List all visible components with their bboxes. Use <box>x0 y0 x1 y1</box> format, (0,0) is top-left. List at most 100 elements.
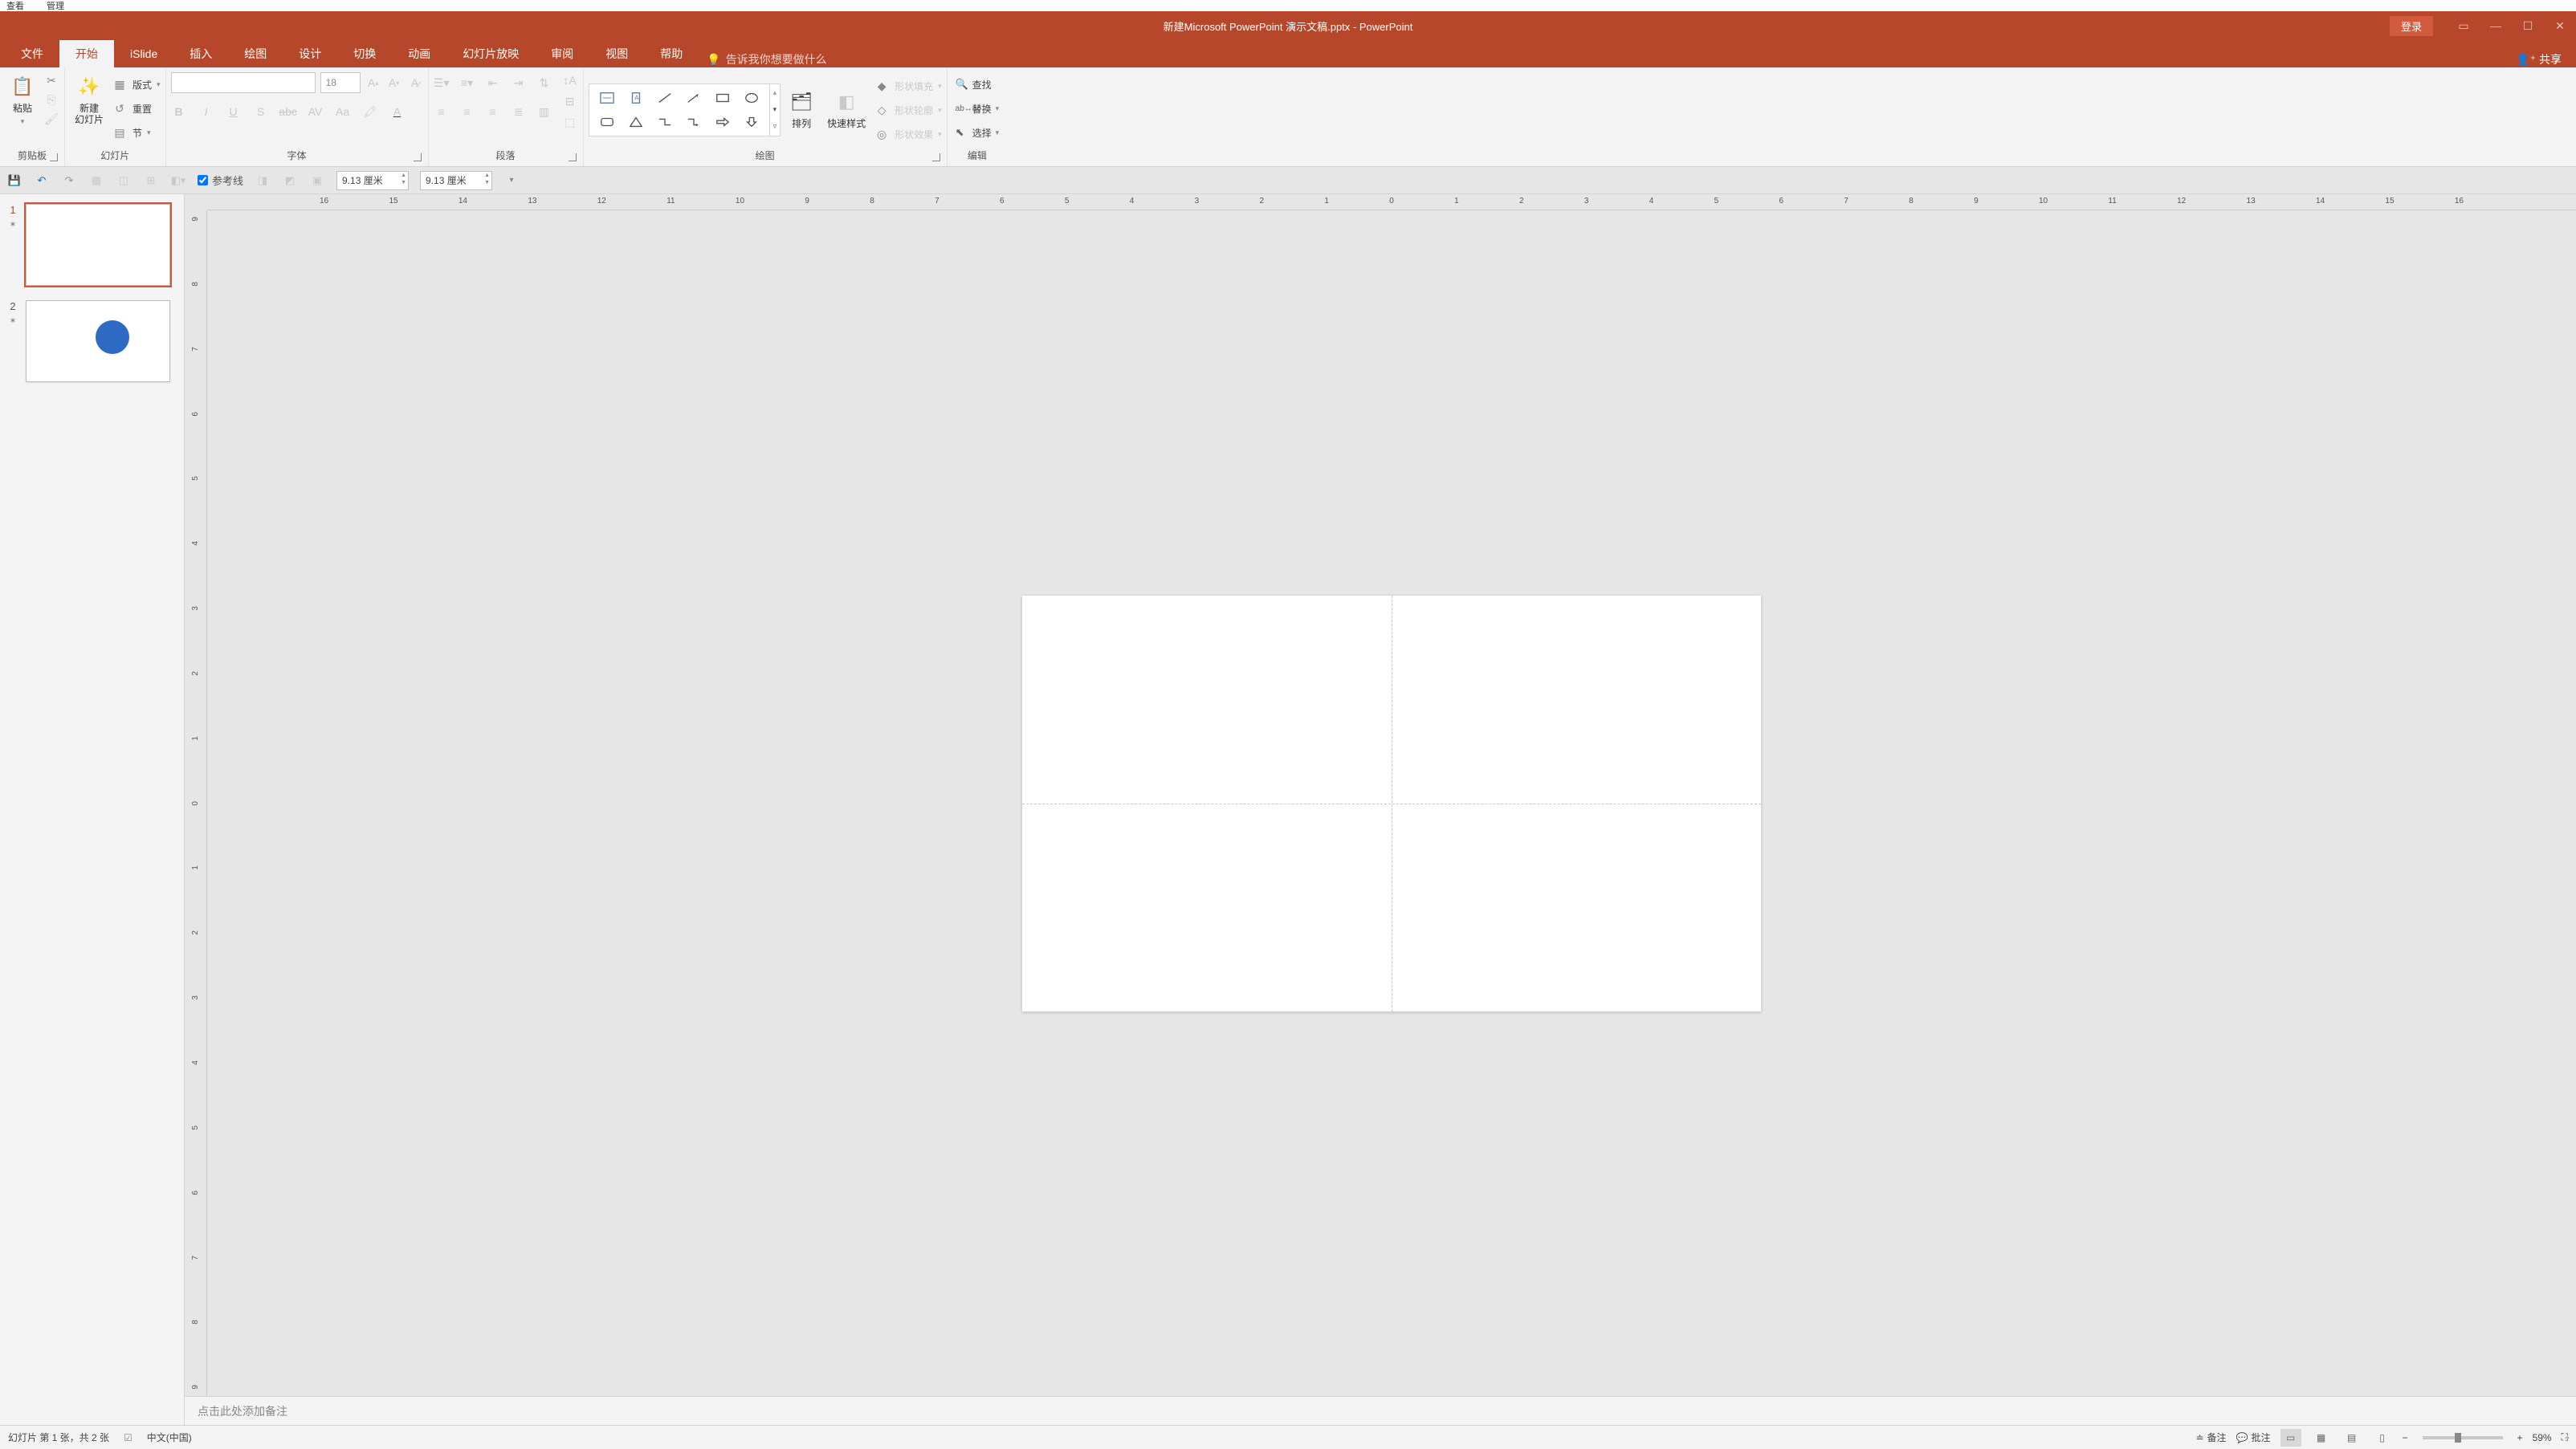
tab-design[interactable]: 设计 <box>283 40 337 67</box>
reset-button[interactable]: ↺重置 <box>112 98 161 119</box>
qat-more-icon[interactable]: ▾ <box>503 173 520 189</box>
line-spacing-icon[interactable]: ⇅ <box>536 75 552 91</box>
align-right-icon[interactable]: ≡ <box>485 104 501 120</box>
increase-font-icon[interactable]: A▴ <box>365 75 381 91</box>
select-button[interactable]: ⬉选择▾ <box>952 122 1003 143</box>
zoom-slider[interactable] <box>2423 1436 2503 1439</box>
shape-oval-icon[interactable] <box>740 88 763 108</box>
align-left-icon[interactable]: ≡ <box>434 104 450 120</box>
tab-slideshow[interactable]: 幻灯片放映 <box>446 40 535 67</box>
qat-icon-5[interactable]: ◨ <box>255 173 271 189</box>
dialog-launcher-icon[interactable] <box>414 153 422 161</box>
section-button[interactable]: ▤节▾ <box>112 122 161 143</box>
shape-textbox-v-icon[interactable]: A <box>625 88 647 108</box>
increase-indent-icon[interactable]: ⇥ <box>511 75 527 91</box>
normal-view-icon[interactable]: ▭ <box>2280 1429 2301 1447</box>
topmenu-view[interactable]: 查看 <box>6 0 24 12</box>
shape-roundrect-icon[interactable] <box>596 112 618 132</box>
thumbnail-item[interactable]: 1✶ <box>6 204 177 286</box>
tell-me-search[interactable]: 💡 告诉我你想要做什么 <box>699 51 826 67</box>
shape-fill-button[interactable]: ◆形状填充▾ <box>874 76 942 97</box>
italic-icon[interactable]: I <box>198 104 214 120</box>
shape-connector-arrow-icon[interactable] <box>683 112 705 132</box>
format-painter-icon[interactable]: 🖌 <box>43 111 59 127</box>
bullets-icon[interactable]: ☰▾ <box>434 75 450 91</box>
shape-effects-button[interactable]: ◎形状效果▾ <box>874 124 942 145</box>
shape-arrow-right-icon[interactable] <box>711 112 734 132</box>
vertical-ruler[interactable]: 9876543210123456789 <box>185 210 207 1396</box>
current-slide[interactable] <box>1022 596 1761 1011</box>
char-spacing-icon[interactable]: AV <box>308 104 324 120</box>
shapes-gallery[interactable]: A <box>589 83 770 136</box>
decrease-indent-icon[interactable]: ⇤ <box>485 75 501 91</box>
font-color-icon[interactable]: A <box>389 104 406 120</box>
gallery-more-icon[interactable]: ▿ <box>773 122 777 131</box>
shadow-icon[interactable]: S <box>253 104 269 120</box>
thumbnail-slide-1[interactable] <box>26 204 170 286</box>
qat-icon-7[interactable]: ▣ <box>309 173 325 189</box>
dialog-launcher-icon[interactable] <box>932 153 940 161</box>
tab-islide[interactable]: iSlide <box>114 40 173 67</box>
horizontal-ruler[interactable]: 1615141312111098765432101234567891011121… <box>207 194 2576 210</box>
font-name-input[interactable] <box>171 72 316 93</box>
qat-icon-2[interactable]: ◫ <box>116 173 132 189</box>
dialog-launcher-icon[interactable] <box>50 153 58 161</box>
shape-connector-icon[interactable] <box>654 112 676 132</box>
zoom-in-icon[interactable]: + <box>2517 1432 2523 1443</box>
share-button[interactable]: 👤⁺ 共享 <box>2501 51 2576 67</box>
replace-button[interactable]: ab↔ac替换▾ <box>952 98 1003 119</box>
spin-down-icon[interactable]: ▼ <box>401 180 406 185</box>
notes-pane[interactable]: 点击此处添加备注 <box>185 1396 2576 1425</box>
shape-arrow-line-icon[interactable] <box>683 88 705 108</box>
new-slide-button[interactable]: ✨ 新建 幻灯片 <box>70 72 108 128</box>
redo-icon[interactable]: ↷ <box>61 173 77 189</box>
align-text-icon[interactable]: ⊟ <box>562 93 578 109</box>
guides-checkbox-input[interactable] <box>198 175 208 185</box>
slide-editor[interactable] <box>207 210 2576 1396</box>
sorter-view-icon[interactable]: ▦ <box>2311 1429 2332 1447</box>
decrease-font-icon[interactable]: A▾ <box>386 75 402 91</box>
qat-icon-6[interactable]: ◩ <box>282 173 298 189</box>
smartart-icon[interactable]: ⬚ <box>562 114 578 130</box>
save-icon[interactable]: 💾 <box>6 173 22 189</box>
clear-format-icon[interactable]: A̷ <box>407 75 423 91</box>
close-icon[interactable]: ✕ <box>2544 11 2576 40</box>
minimize-icon[interactable]: — <box>2480 11 2512 40</box>
thumbnail-item[interactable]: 2✶ <box>6 300 177 382</box>
zoom-level[interactable]: 59% <box>2533 1432 2552 1443</box>
comments-toggle[interactable]: 💬批注 <box>2236 1431 2271 1444</box>
font-size-input[interactable]: 18 <box>320 72 361 93</box>
underline-icon[interactable]: U <box>226 104 242 120</box>
highlight-icon[interactable]: 🖍 <box>362 104 378 120</box>
thumbnail-slide-2[interactable] <box>26 300 170 382</box>
qat-icon-1[interactable]: ▦ <box>88 173 104 189</box>
tab-draw[interactable]: 绘图 <box>228 40 283 67</box>
shape-arrow-down-icon[interactable] <box>740 112 763 132</box>
zoom-slider-handle[interactable] <box>2455 1433 2461 1443</box>
arrange-button[interactable]: 🗂 排列 <box>784 88 819 131</box>
dialog-launcher-icon[interactable] <box>569 153 577 161</box>
columns-icon[interactable]: ▥ <box>536 104 552 120</box>
quick-styles-button[interactable]: ◧ 快速样式 <box>822 88 870 131</box>
text-direction-icon[interactable]: ↕A <box>562 72 578 88</box>
spellcheck-icon[interactable]: ☑ <box>124 1432 132 1443</box>
change-case-icon[interactable]: Aa <box>335 104 351 120</box>
tab-transitions[interactable]: 切换 <box>337 40 392 67</box>
strikethrough-icon[interactable]: abc <box>280 104 296 120</box>
width-input[interactable]: 9.13 厘米▲▼ <box>336 171 409 190</box>
shape-textbox-h-icon[interactable] <box>596 88 618 108</box>
gallery-down-icon[interactable]: ▾ <box>773 105 777 114</box>
spin-up-icon[interactable]: ▲ <box>401 173 406 178</box>
tab-review[interactable]: 审阅 <box>535 40 589 67</box>
align-center-icon[interactable]: ≡ <box>459 104 475 120</box>
spin-down-icon[interactable]: ▼ <box>484 180 490 185</box>
tab-insert[interactable]: 插入 <box>173 40 228 67</box>
layout-button[interactable]: ▦版式▾ <box>112 74 161 95</box>
tab-help[interactable]: 帮助 <box>644 40 699 67</box>
notes-toggle[interactable]: ≐备注 <box>2195 1431 2226 1444</box>
language-status[interactable]: 中文(中国) <box>147 1431 192 1444</box>
shape-rect-icon[interactable] <box>711 88 734 108</box>
tab-animations[interactable]: 动画 <box>392 40 446 67</box>
undo-icon[interactable]: ↶ <box>34 173 50 189</box>
bold-icon[interactable]: B <box>171 104 187 120</box>
